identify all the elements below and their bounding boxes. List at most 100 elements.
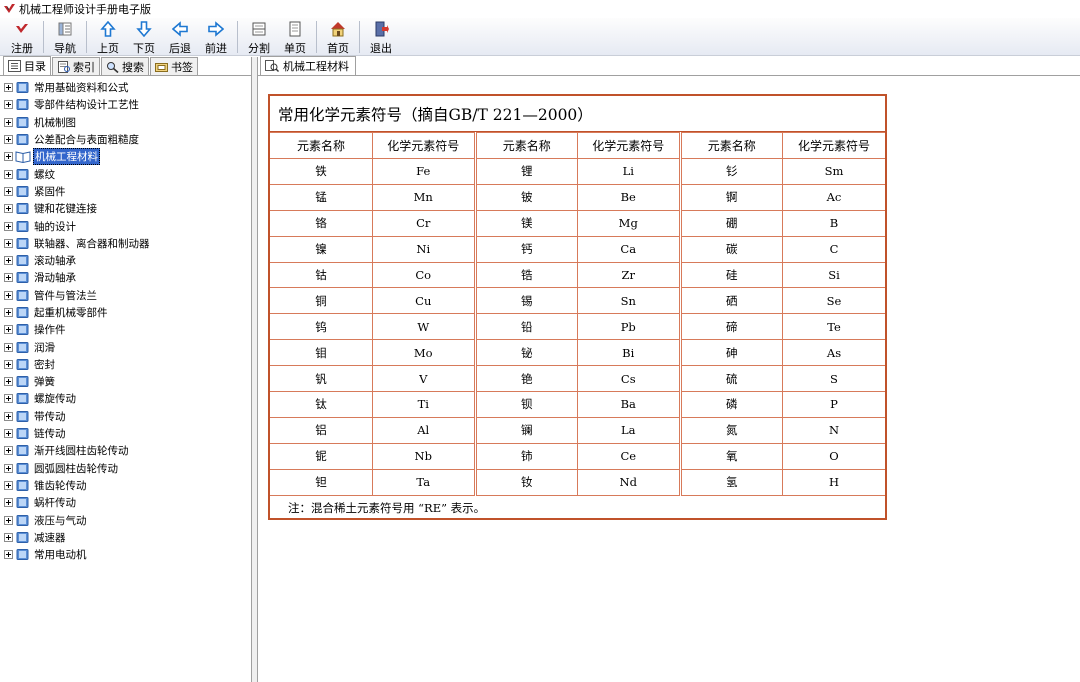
element-name-cell: 镍 xyxy=(270,235,373,263)
element-name-cell: 铍 xyxy=(473,183,578,211)
tree-item[interactable]: 润滑 xyxy=(4,338,251,355)
tree-item[interactable]: 管件与管法兰 xyxy=(4,287,251,304)
expand-icon[interactable] xyxy=(4,532,13,542)
header-element-symbol: 化学元素符号 xyxy=(782,132,885,159)
expand-icon[interactable] xyxy=(4,186,13,196)
tab-contents[interactable]: 目录 xyxy=(3,56,51,75)
tab-bookmark[interactable]: 书签 xyxy=(150,57,198,75)
register-button[interactable]: 注册 xyxy=(4,18,40,56)
element-name-cell: 钙 xyxy=(473,235,578,263)
expand-icon[interactable] xyxy=(4,308,13,317)
tab-index[interactable]: 索引 xyxy=(52,57,100,75)
expand-icon[interactable] xyxy=(4,204,13,214)
tree-item[interactable]: 起重机械零部件 xyxy=(4,304,251,321)
closed-book-icon xyxy=(16,289,29,301)
tree-item[interactable]: 密封 xyxy=(4,356,251,373)
expand-icon[interactable] xyxy=(4,100,13,110)
page-up-button[interactable]: 上页 xyxy=(90,18,126,56)
tree-item[interactable]: 螺旋传动 xyxy=(4,390,251,407)
tree-item[interactable]: 弹簧 xyxy=(4,373,251,390)
closed-book-icon xyxy=(16,549,29,561)
tree-item-label: 操作件 xyxy=(34,324,66,337)
expand-icon[interactable] xyxy=(4,152,13,162)
tree-item[interactable]: 键和花键连接 xyxy=(4,200,251,217)
expand-icon[interactable] xyxy=(4,256,13,266)
expand-icon[interactable] xyxy=(4,325,13,335)
expand-icon[interactable] xyxy=(4,498,13,508)
expand-icon[interactable] xyxy=(4,515,13,525)
tree-item[interactable]: 紧固件 xyxy=(4,183,251,200)
expand-icon[interactable] xyxy=(4,411,13,421)
split-button[interactable]: 分割 xyxy=(241,18,277,56)
element-name-cell: 砷 xyxy=(678,339,783,367)
expand-icon[interactable] xyxy=(4,290,13,300)
expand-icon[interactable] xyxy=(4,550,13,560)
exit-button[interactable]: 退出 xyxy=(363,18,399,56)
back-button[interactable]: 后退 xyxy=(162,18,198,56)
tree-item[interactable]: 操作件 xyxy=(4,321,251,338)
closed-book-icon xyxy=(16,134,29,146)
tree-item[interactable]: 滚动轴承 xyxy=(4,252,251,269)
expand-icon[interactable] xyxy=(4,377,13,387)
expand-icon[interactable] xyxy=(4,446,13,456)
home-button[interactable]: 首页 xyxy=(320,18,356,56)
tree-item[interactable]: 机械制图 xyxy=(4,114,251,131)
forward-button[interactable]: 前进 xyxy=(198,18,234,56)
tree-item[interactable]: 链传动 xyxy=(4,425,251,442)
expand-icon[interactable] xyxy=(4,394,13,404)
element-symbol-cell: Cr xyxy=(372,209,476,237)
tree-item[interactable]: 公差配合与表面粗糙度 xyxy=(4,131,251,148)
element-symbol-cell: As xyxy=(782,339,885,367)
expand-icon[interactable] xyxy=(4,221,13,231)
tree-item[interactable]: 锥齿轮传动 xyxy=(4,477,251,494)
open-book-icon xyxy=(15,151,31,164)
tree-item[interactable]: 圆弧圆柱齿轮传动 xyxy=(4,460,251,477)
left-panel: 目录 索引 搜索 书签 常用基础资料和公式 零部件结构设计工艺性 机械制图 公差配合与… xyxy=(0,56,251,682)
expand-icon[interactable] xyxy=(4,342,13,352)
arrow-right-icon xyxy=(208,21,224,37)
tree-item[interactable]: 零部件结构设计工艺性 xyxy=(4,96,251,113)
expand-icon[interactable] xyxy=(4,238,13,248)
expand-icon[interactable] xyxy=(4,463,13,473)
tree-item[interactable]: 蜗杆传动 xyxy=(4,494,251,511)
table-row: 锰 Mn 铍 Be 锕 Ac xyxy=(270,183,885,211)
tab-search[interactable]: 搜索 xyxy=(101,57,149,75)
tree-item-label: 轴的设计 xyxy=(34,220,76,233)
element-name-cell: 钒 xyxy=(270,365,373,393)
toolbar: 注册 导航 上页 下页 后退 前进 分割 单页 首页 退出 xyxy=(0,18,1080,56)
tree-item[interactable]: 螺纹 xyxy=(4,165,251,182)
tree-item[interactable]: 联轴器、离合器和制动器 xyxy=(4,235,251,252)
element-name-cell: 硒 xyxy=(678,287,783,315)
tree-item[interactable]: 机械工程材料 xyxy=(4,148,251,166)
closed-book-icon xyxy=(16,272,29,284)
tree-item[interactable]: 轴的设计 xyxy=(4,217,251,234)
tree-item[interactable]: 滑动轴承 xyxy=(4,269,251,286)
tab-mechanical-materials[interactable]: 机械工程材料 xyxy=(260,56,356,75)
element-name-cell: 铝 xyxy=(270,416,373,444)
tree-item[interactable]: 液压与气动 xyxy=(4,511,251,528)
table-row: 钽 Ta 钕 Nd 氢 H xyxy=(270,468,885,496)
expand-icon[interactable] xyxy=(4,83,13,93)
element-symbol-cell: Ca xyxy=(577,235,681,263)
element-name-cell: 硅 xyxy=(678,261,783,289)
page-down-button[interactable]: 下页 xyxy=(126,18,162,56)
document-title: 常用化学元素符号（摘自GB/T 221—2000） xyxy=(270,96,885,132)
expand-icon[interactable] xyxy=(4,429,13,439)
expand-icon[interactable] xyxy=(4,359,13,369)
tree-item[interactable]: 减速器 xyxy=(4,529,251,546)
element-symbol-cell: Bi xyxy=(577,339,681,367)
tree-item[interactable]: 常用基础资料和公式 xyxy=(4,79,251,96)
tree-item[interactable]: 带传动 xyxy=(4,408,251,425)
expand-icon[interactable] xyxy=(4,169,13,179)
panel-splitter[interactable] xyxy=(251,57,258,682)
closed-book-icon xyxy=(16,168,29,180)
expand-icon[interactable] xyxy=(4,135,13,145)
expand-icon[interactable] xyxy=(4,117,13,127)
navigation-button[interactable]: 导航 xyxy=(47,18,83,56)
tree-item[interactable]: 常用电动机 xyxy=(4,546,251,563)
tree-item[interactable]: 渐开线圆柱齿轮传动 xyxy=(4,442,251,459)
single-page-button[interactable]: 单页 xyxy=(277,18,313,56)
expand-icon[interactable] xyxy=(4,480,13,490)
expand-icon[interactable] xyxy=(4,273,13,283)
element-symbol-cell: Ba xyxy=(577,391,681,418)
